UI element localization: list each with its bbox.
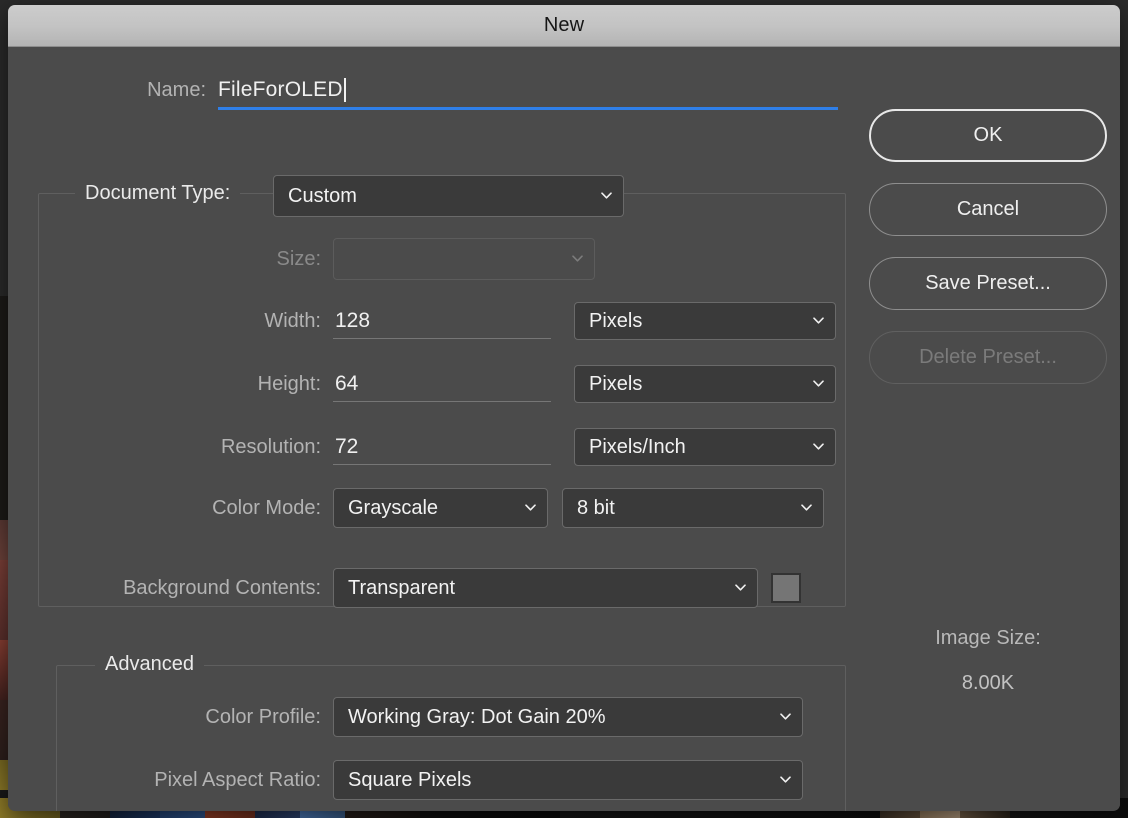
- color-mode-row: Color Mode: Grayscale 8 bit: [68, 488, 824, 528]
- color-mode-label: Color Mode:: [212, 496, 321, 519]
- resolution-input-value: 72: [335, 434, 359, 458]
- advanced-group-title: Advanced: [95, 653, 204, 676]
- chevron-down-icon: [601, 190, 612, 201]
- document-type-select[interactable]: Custom: [273, 175, 624, 217]
- height-unit-select[interactable]: Pixels: [574, 365, 836, 403]
- resolution-input[interactable]: 72: [333, 429, 551, 465]
- resolution-unit-select[interactable]: Pixels/Inch: [574, 428, 836, 466]
- new-document-dialog: New Name: FileForOLED Document Type: Cus…: [8, 5, 1120, 811]
- chevron-down-icon: [801, 502, 812, 513]
- color-profile-value: Working Gray: Dot Gain 20%: [348, 705, 606, 728]
- desktop-background: New Name: FileForOLED Document Type: Cus…: [0, 0, 1128, 818]
- chevron-down-icon: [813, 315, 824, 326]
- height-unit-value: Pixels: [589, 372, 643, 395]
- width-unit-value: Pixels: [589, 309, 643, 332]
- image-size-readout: Image Size: 8.00K: [869, 627, 1107, 695]
- save-preset-button[interactable]: Save Preset...: [869, 257, 1107, 310]
- name-label: Name:: [147, 78, 206, 101]
- document-type-value: Custom: [288, 184, 357, 207]
- chevron-down-icon: [780, 774, 791, 785]
- color-profile-label: Color Profile:: [205, 705, 321, 728]
- image-size-value: 8.00K: [961, 672, 1015, 694]
- pixel-aspect-ratio-select[interactable]: Square Pixels: [333, 760, 803, 800]
- background-contents-label: Background Contents:: [123, 576, 321, 599]
- dialog-title: New: [543, 14, 585, 36]
- resolution-unit-value: Pixels/Inch: [589, 435, 686, 458]
- color-mode-select[interactable]: Grayscale: [333, 488, 548, 528]
- color-profile-select[interactable]: Working Gray: Dot Gain 20%: [333, 697, 803, 737]
- size-row: Size:: [68, 238, 595, 280]
- chevron-down-icon: [572, 253, 583, 264]
- dialog-button-column: OK Cancel Save Preset... Delete Preset..…: [869, 109, 1107, 405]
- ok-button[interactable]: OK: [869, 109, 1107, 162]
- background-contents-row: Background Contents: Transparent: [68, 568, 801, 608]
- document-type-label: Document Type:: [75, 182, 241, 205]
- height-row: Height: 64 Pixels: [68, 365, 836, 403]
- chevron-down-icon: [525, 502, 536, 513]
- height-label: Height:: [257, 372, 321, 395]
- width-input-value: 128: [335, 308, 371, 332]
- pixel-aspect-ratio-row: Pixel Aspect Ratio: Square Pixels: [68, 760, 803, 800]
- chevron-down-icon: [735, 582, 746, 593]
- size-label: Size:: [276, 247, 321, 270]
- background-contents-value: Transparent: [348, 576, 456, 599]
- pixel-aspect-ratio-value: Square Pixels: [348, 768, 472, 791]
- cancel-button[interactable]: Cancel: [869, 183, 1107, 236]
- bit-depth-select[interactable]: 8 bit: [562, 488, 824, 528]
- size-select: [333, 238, 595, 280]
- name-row: Name: FileForOLED: [8, 72, 846, 110]
- name-input-value: FileForOLED: [218, 77, 343, 101]
- height-input-value: 64: [335, 371, 359, 395]
- background-color-swatch[interactable]: [771, 573, 801, 603]
- resolution-row: Resolution: 72 Pixels/Inch: [68, 428, 836, 466]
- chevron-down-icon: [813, 441, 824, 452]
- pixel-aspect-ratio-label: Pixel Aspect Ratio:: [154, 768, 321, 791]
- image-size-label: Image Size:: [935, 627, 1041, 649]
- height-input[interactable]: 64: [333, 366, 551, 402]
- dialog-titlebar[interactable]: New: [8, 5, 1120, 47]
- name-input[interactable]: FileForOLED: [218, 72, 838, 110]
- width-label: Width:: [264, 309, 321, 332]
- dialog-body: Name: FileForOLED Document Type: Custom: [8, 47, 1120, 811]
- width-row: Width: 128 Pixels: [68, 302, 836, 340]
- width-unit-select[interactable]: Pixels: [574, 302, 836, 340]
- color-profile-row: Color Profile: Working Gray: Dot Gain 20…: [68, 697, 803, 737]
- delete-preset-button: Delete Preset...: [869, 331, 1107, 384]
- text-caret: [343, 77, 346, 102]
- background-contents-select[interactable]: Transparent: [333, 568, 758, 608]
- width-input[interactable]: 128: [333, 303, 551, 339]
- chevron-down-icon: [780, 711, 791, 722]
- document-type-row: Custom: [273, 175, 624, 217]
- resolution-label: Resolution:: [220, 435, 321, 458]
- color-mode-value: Grayscale: [348, 496, 439, 519]
- chevron-down-icon: [813, 378, 824, 389]
- bit-depth-value: 8 bit: [577, 496, 615, 519]
